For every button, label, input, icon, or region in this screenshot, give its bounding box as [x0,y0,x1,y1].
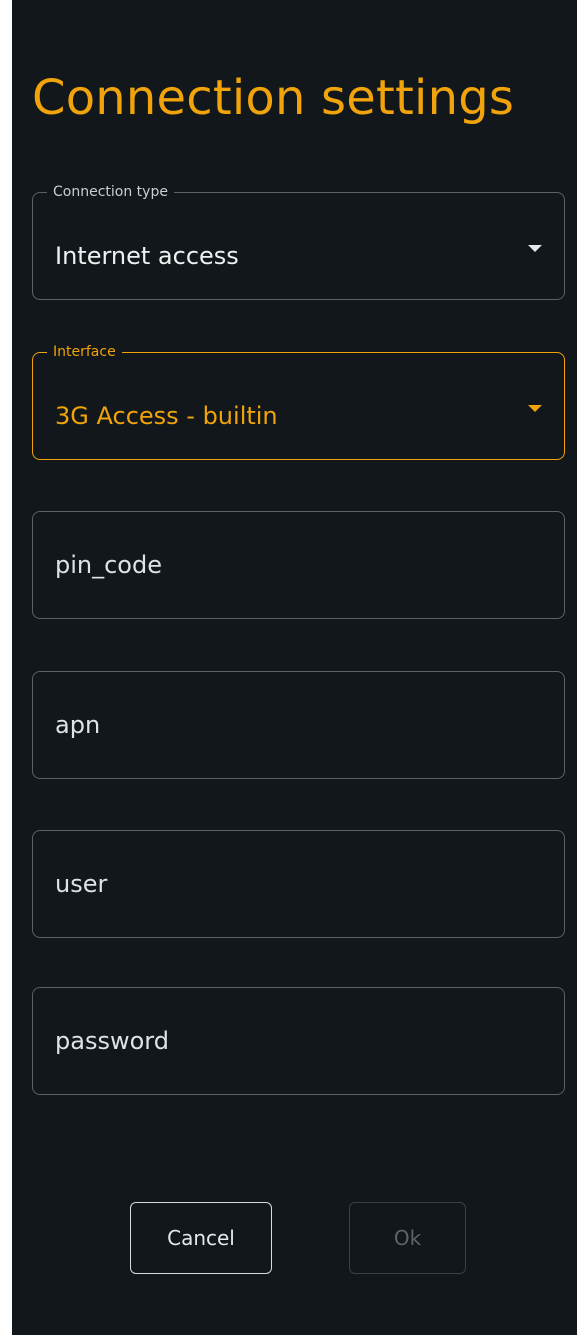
pin-code-field[interactable]: pin_code [32,511,565,619]
cancel-button[interactable]: Cancel [130,1202,272,1274]
caret-down-icon [528,405,542,412]
ok-button[interactable]: Ok [349,1202,466,1274]
password-field[interactable]: password [32,987,565,1095]
interface-label: Interface [47,342,122,362]
connection-type-label: Connection type [47,182,174,202]
connection-type-value: Internet access [55,242,239,270]
apn-field[interactable]: apn [32,671,565,779]
user-placeholder: user [55,870,108,898]
user-field[interactable]: user [32,830,565,938]
page-title: Connection settings [32,70,515,126]
password-placeholder: password [55,1027,169,1055]
interface-select[interactable]: Interface 3G Access - builtin [32,342,565,460]
pin-code-placeholder: pin_code [55,551,162,579]
connection-settings-dialog: Connection settings Connection type Inte… [12,0,577,1335]
caret-down-icon [528,245,542,252]
apn-placeholder: apn [55,711,101,739]
connection-type-select[interactable]: Connection type Internet access [32,182,565,300]
interface-value: 3G Access - builtin [55,402,278,430]
